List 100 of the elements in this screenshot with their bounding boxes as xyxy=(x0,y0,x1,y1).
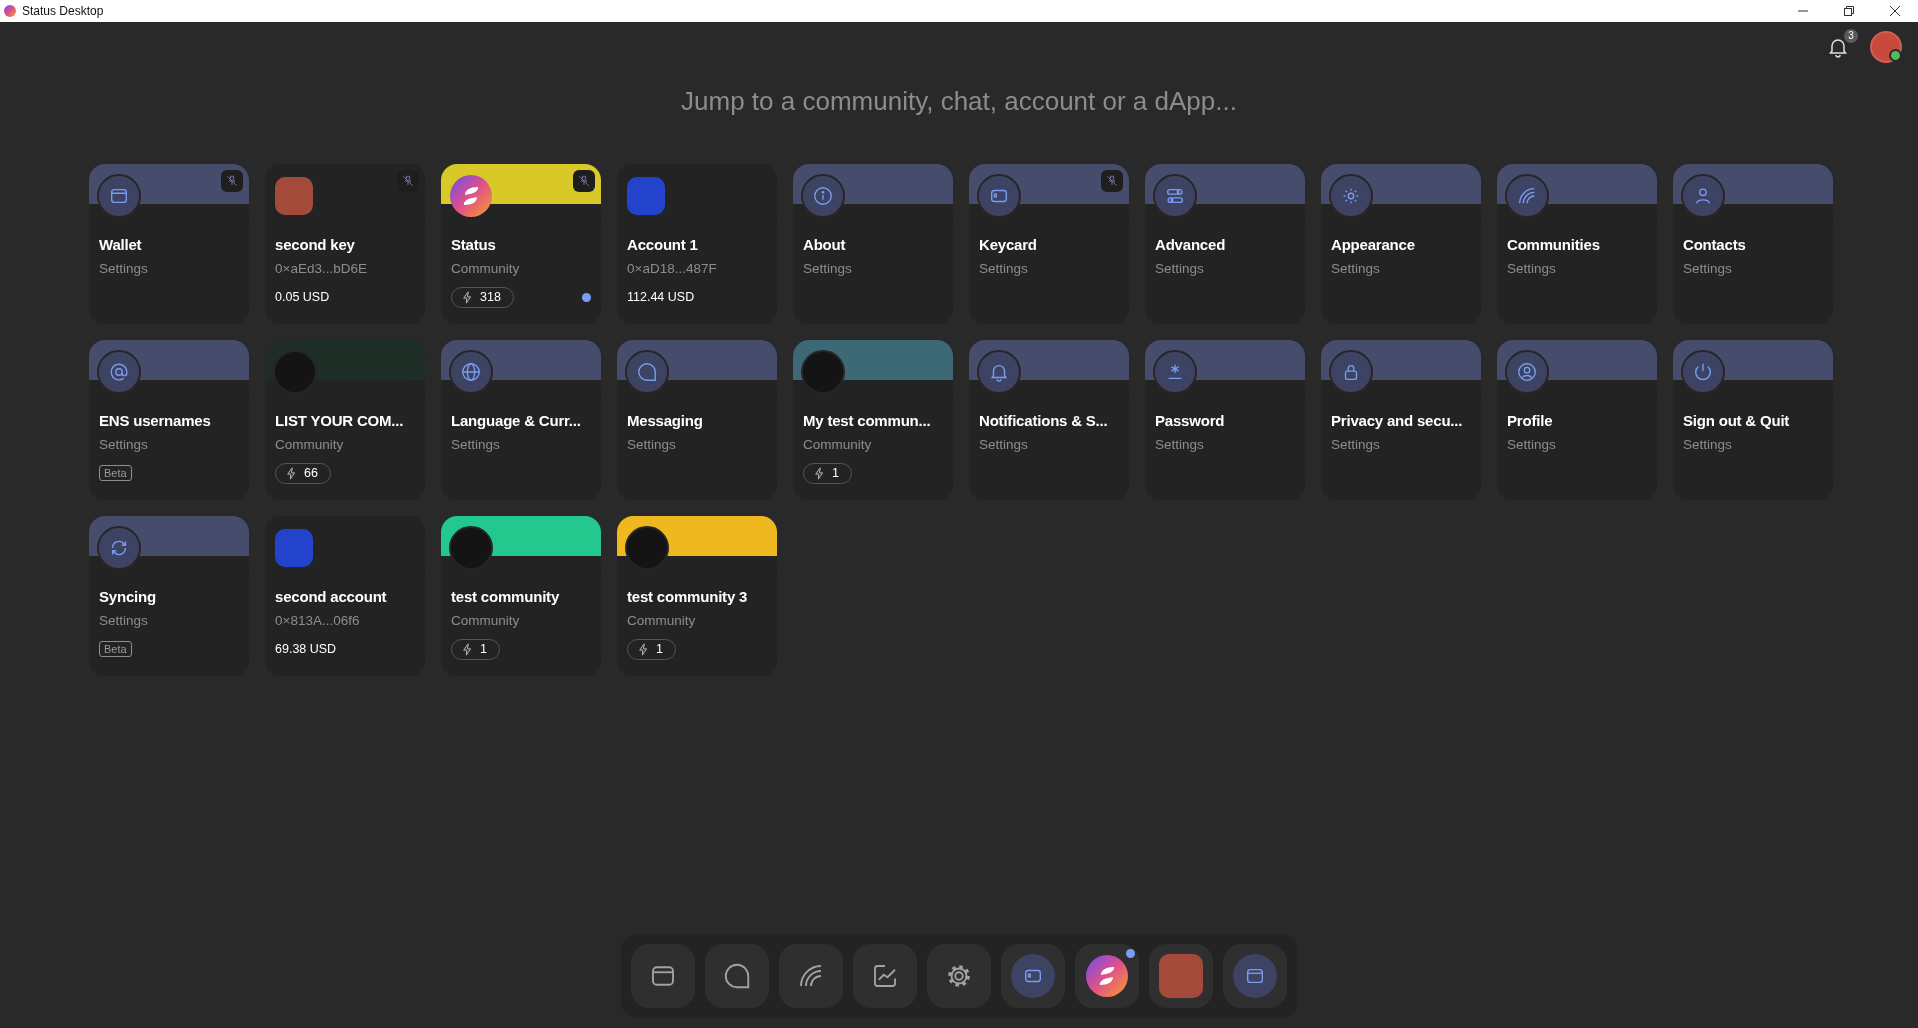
community-card[interactable]: test community 3 Community 1 xyxy=(617,516,777,676)
info-icon xyxy=(812,185,834,207)
settings-card[interactable]: Contacts Settings xyxy=(1673,164,1833,324)
balance-text: 0.05 USD xyxy=(275,290,330,304)
card-subtitle: Community xyxy=(451,613,521,628)
card-subtitle: Community xyxy=(451,261,521,276)
settings-card[interactable]: Privacy and secu... Settings xyxy=(1321,340,1481,500)
at-sign-icon xyxy=(108,361,130,383)
card-subtitle: Settings xyxy=(99,261,149,276)
member-count: 1 xyxy=(656,642,663,656)
card-subtitle: Settings xyxy=(99,437,149,452)
card-title: second key xyxy=(275,236,356,253)
card-title: Appearance xyxy=(1331,236,1416,253)
card-title: test community 3 xyxy=(627,588,749,605)
member-count: 1 xyxy=(480,642,487,656)
close-icon xyxy=(1889,5,1901,17)
card-subtitle: Settings xyxy=(627,437,677,452)
dock-button[interactable] xyxy=(1075,944,1139,1008)
card-title: Privacy and secu... xyxy=(1331,412,1464,429)
pin-off-icon xyxy=(225,174,239,188)
app-logo-icon xyxy=(4,5,16,17)
card-title: About xyxy=(803,236,847,253)
community-card[interactable]: LIST YOUR COM... Community 66 xyxy=(265,340,425,500)
unpin-button[interactable] xyxy=(573,170,595,192)
member-count: 66 xyxy=(304,466,318,480)
card-subtitle: Community xyxy=(627,613,697,628)
dock-button[interactable] xyxy=(705,944,769,1008)
settings-card[interactable]: Wallet Settings xyxy=(89,164,249,324)
settings-card[interactable]: Language & Curr... Settings xyxy=(441,340,601,500)
card-subtitle: Settings xyxy=(1155,261,1205,276)
card-title: Sign out & Quit xyxy=(1683,412,1791,429)
card-subtitle: Settings xyxy=(451,437,501,452)
profile-avatar[interactable] xyxy=(1870,31,1902,63)
card-title: Status xyxy=(451,236,497,253)
card-title: test community xyxy=(451,588,561,605)
card-subtitle: Settings xyxy=(1507,261,1557,276)
logo-icon xyxy=(1085,954,1129,998)
settings-card[interactable]: Keycard Settings xyxy=(969,164,1129,324)
beta-badge: Beta xyxy=(99,465,132,481)
card-title: Account 1 xyxy=(627,236,699,253)
globe-icon xyxy=(460,361,482,383)
card-subtitle: Settings xyxy=(803,261,853,276)
card-title: second account xyxy=(275,588,388,605)
power-icon xyxy=(1692,361,1714,383)
card-title: My test commun... xyxy=(803,412,932,429)
chat-bubble-icon xyxy=(722,961,752,991)
card-title: Syncing xyxy=(99,588,157,605)
card-subtitle: Settings xyxy=(1683,437,1733,452)
card-title: Keycard xyxy=(979,236,1038,253)
notification-count: 3 xyxy=(1844,29,1858,43)
card-title: Messaging xyxy=(627,412,704,429)
dock-button[interactable] xyxy=(631,944,695,1008)
community-card[interactable]: test community Community 1 xyxy=(441,516,601,676)
card-title: ENS usernames xyxy=(99,412,212,429)
card-subtitle: Settings xyxy=(1155,437,1205,452)
settings-card[interactable]: Password Settings xyxy=(1145,340,1305,500)
community-card[interactable]: My test commun... Community 1 xyxy=(793,340,953,500)
settings-card[interactable]: Notifications & S... Settings xyxy=(969,340,1129,500)
settings-card[interactable]: Advanced Settings xyxy=(1145,164,1305,324)
card-subtitle: Community xyxy=(803,437,873,452)
dock-button[interactable] xyxy=(853,944,917,1008)
restore-icon xyxy=(1843,5,1855,17)
card-title: Profile xyxy=(1507,412,1554,429)
bolt-icon xyxy=(812,465,827,481)
account-avatar xyxy=(1159,954,1203,998)
balance-text: 112.44 USD xyxy=(627,290,695,304)
card-subtitle: 0×aEd3...bD6E xyxy=(275,261,368,276)
bolt-icon xyxy=(460,641,475,657)
bolt-icon xyxy=(636,641,651,657)
card-subtitle: Settings xyxy=(979,261,1029,276)
card-title: Wallet xyxy=(99,236,143,253)
pin-off-icon xyxy=(577,174,591,188)
card-subtitle: Settings xyxy=(1507,437,1557,452)
beta-badge: Beta xyxy=(99,641,132,657)
dock-button[interactable] xyxy=(927,944,991,1008)
card-subtitle: 0×aD18...487F xyxy=(627,261,718,276)
settings-card[interactable]: Appearance Settings xyxy=(1321,164,1481,324)
card-subtitle: Settings xyxy=(1331,437,1381,452)
card-title: Contacts xyxy=(1683,236,1747,253)
card-subtitle: Community xyxy=(275,437,345,452)
card-title: Notifications & S... xyxy=(979,412,1109,429)
settings-card[interactable]: Profile Settings xyxy=(1497,340,1657,500)
window-title: Status Desktop xyxy=(22,4,104,18)
card-subtitle: 0×813A...06f6 xyxy=(275,613,361,628)
settings-card[interactable]: Messaging Settings xyxy=(617,340,777,500)
card-subtitle: Settings xyxy=(979,437,1029,452)
balance-text: 69.38 USD xyxy=(275,642,337,656)
settings-card[interactable]: Communities Settings xyxy=(1497,164,1657,324)
card-subtitle: Settings xyxy=(1331,261,1381,276)
card-title: Language & Curr... xyxy=(451,412,582,429)
pin-off-icon xyxy=(1105,174,1119,188)
community-card[interactable]: Status Community 318 xyxy=(441,164,601,324)
search-field[interactable]: Jump to a community, chat, account or a dApp... xyxy=(607,82,1311,120)
settings-card[interactable]: Syncing Settings Beta xyxy=(89,516,249,676)
logo-icon xyxy=(449,174,493,218)
settings-card[interactable]: Sign out & Quit Settings xyxy=(1673,340,1833,500)
settings-card[interactable]: ENS usernames Settings Beta xyxy=(89,340,249,500)
bolt-icon xyxy=(284,465,299,481)
settings-card[interactable]: About Settings xyxy=(793,164,953,324)
member-count: 318 xyxy=(480,290,501,304)
